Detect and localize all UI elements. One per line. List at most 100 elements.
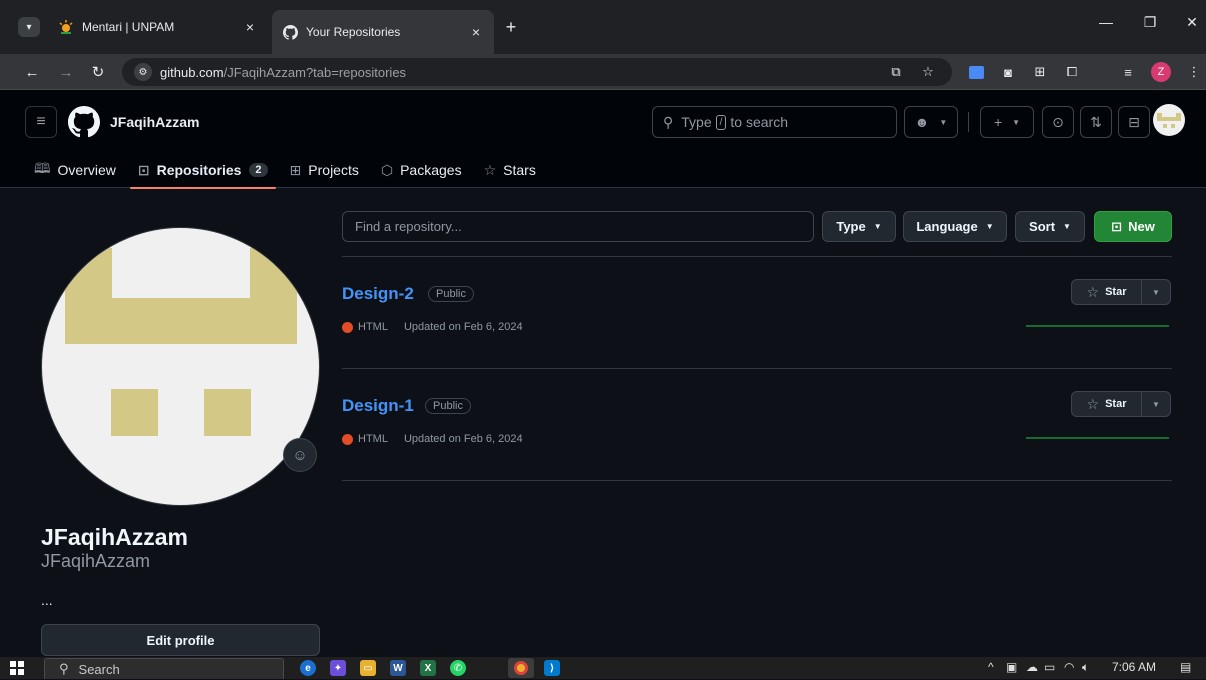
nav-label: Projects: [308, 162, 359, 178]
chevron-down-icon: ▼: [1012, 117, 1021, 127]
chevron-down-icon[interactable]: ▼: [1142, 280, 1170, 304]
new-tab-button[interactable]: +: [500, 16, 522, 38]
tray-app-icon[interactable]: ▣: [1006, 660, 1017, 674]
package-icon: ⬡: [380, 161, 394, 178]
global-search-input[interactable]: ⚲ Type / to search: [652, 106, 897, 138]
copilot-icon: ☻: [914, 114, 930, 130]
tab-stars[interactable]: ☆ Stars: [476, 152, 544, 188]
close-window-icon[interactable]: ✕: [1180, 14, 1204, 31]
activity-sparkline: [1026, 325, 1169, 327]
nav-label: Packages: [400, 162, 462, 178]
tab-your-repositories[interactable]: Your Repositories ×: [272, 10, 494, 54]
github-logo-icon[interactable]: [68, 106, 100, 138]
whatsapp-icon[interactable]: ✆: [450, 660, 466, 676]
star-button[interactable]: ☆ Star ▼: [1071, 279, 1171, 305]
back-icon[interactable]: ←: [22, 62, 42, 82]
reload-icon[interactable]: ↻: [88, 62, 108, 82]
profile-bio: ...: [41, 592, 53, 608]
repo-language: HTML: [358, 433, 388, 445]
puzzle-extensions-icon[interactable]: ⧠: [1062, 62, 1082, 82]
install-app-icon[interactable]: ⧉: [886, 62, 906, 82]
address-bar[interactable]: ⚙ github.com/JFaqihAzzam?tab=repositorie…: [122, 58, 952, 86]
edge-icon[interactable]: e: [300, 660, 316, 676]
star-button[interactable]: ☆ Star ▼: [1071, 391, 1171, 417]
chrome-icon[interactable]: [508, 658, 534, 678]
search-hint-before: Type: [681, 114, 712, 130]
set-status-emoji-icon[interactable]: ☺: [283, 438, 317, 472]
repo-icon: ⊡: [137, 161, 150, 178]
repo-name-link[interactable]: Design-2: [342, 284, 414, 304]
minimize-icon[interactable]: —: [1094, 14, 1118, 30]
browser-menu-icon[interactable]: ⋮: [1184, 62, 1204, 82]
browser-tab-strip: ▾ Mentari | UNPAM × Your Repositories × …: [0, 0, 1206, 54]
language-filter-label: Language: [916, 219, 978, 234]
tab-close-icon[interactable]: ×: [242, 19, 258, 35]
inbox-icon[interactable]: ⊟: [1118, 106, 1150, 138]
mentari-favicon-icon: [58, 19, 74, 35]
repo-updated: Updated on Feb 6, 2024: [403, 321, 523, 333]
new-repository-button[interactable]: ⊡ New: [1094, 211, 1172, 242]
github-favicon-icon: [282, 24, 298, 40]
tab-search-button[interactable]: ▾: [18, 17, 40, 37]
taskbar-search-box[interactable]: ⚲ Search: [44, 658, 284, 679]
copilot-app-icon[interactable]: ✦: [330, 660, 346, 676]
edit-profile-button[interactable]: Edit profile: [41, 624, 320, 656]
visibility-badge: Public: [428, 286, 474, 302]
tab-close-icon[interactable]: ×: [468, 24, 484, 40]
browser-profile-avatar[interactable]: Z: [1151, 62, 1171, 82]
search-hint-after: to search: [730, 114, 788, 130]
find-repository-input[interactable]: [342, 211, 814, 242]
tab-repositories[interactable]: ⊡ Repositories 2: [129, 152, 276, 189]
pull-requests-icon[interactable]: ⇅: [1080, 106, 1112, 138]
vscode-icon[interactable]: ⟩: [544, 660, 560, 676]
profile-avatar[interactable]: [41, 227, 320, 506]
new-label: New: [1128, 219, 1155, 234]
wifi-icon[interactable]: ◠: [1064, 660, 1074, 674]
battery-icon[interactable]: ▭: [1044, 660, 1055, 674]
tab-mentari[interactable]: Mentari | UNPAM ×: [48, 10, 268, 44]
tab-projects[interactable]: ⊞ Projects: [282, 152, 367, 188]
translate-extension-icon[interactable]: [966, 62, 986, 82]
show-hidden-icons-icon[interactable]: ^: [988, 660, 994, 674]
repo-name-link[interactable]: Design-1: [342, 396, 414, 416]
extension-icon[interactable]: ⊞: [1030, 62, 1050, 82]
chevron-down-icon[interactable]: ▼: [1142, 392, 1170, 416]
tab-overview[interactable]: 🕮 Overview: [26, 152, 124, 188]
issues-icon[interactable]: ⊙: [1042, 106, 1074, 138]
chevron-down-icon: ▼: [873, 222, 882, 231]
excel-icon[interactable]: X: [420, 660, 436, 676]
user-avatar[interactable]: [1153, 104, 1185, 136]
language-color-dot: [342, 433, 353, 445]
chevron-down-icon: ▼: [1063, 222, 1071, 231]
type-filter-button[interactable]: Type ▼: [822, 211, 896, 242]
language-filter-button[interactable]: Language ▼: [903, 211, 1007, 242]
site-info-icon[interactable]: ⚙: [134, 63, 152, 81]
tab-packages[interactable]: ⬡ Packages: [373, 152, 470, 188]
nav-label: Repositories: [156, 162, 242, 178]
sort-button[interactable]: Sort ▼: [1015, 211, 1085, 242]
camera-extension-icon[interactable]: ◙: [998, 62, 1018, 82]
file-explorer-icon[interactable]: ▭: [360, 660, 376, 676]
star-icon: ☆: [1086, 283, 1100, 300]
bookmark-star-icon[interactable]: ☆: [918, 62, 938, 82]
divider: [342, 256, 1172, 257]
windows-start-icon[interactable]: [10, 661, 24, 675]
star-icon: ☆: [483, 161, 497, 178]
copilot-button[interactable]: ☻ ▼: [904, 106, 958, 138]
word-icon[interactable]: W: [390, 660, 406, 676]
forward-icon[interactable]: →: [56, 62, 76, 82]
header-username-link[interactable]: JFaqihAzzam: [110, 114, 199, 130]
notifications-icon[interactable]: ▤: [1180, 660, 1191, 674]
volume-icon[interactable]: 🔈︎: [1082, 660, 1089, 675]
repositories-count-badge: 2: [249, 163, 268, 177]
url-path: /JFaqihAzzam?tab=repositories: [223, 64, 407, 80]
url-host: github.com: [160, 64, 224, 80]
onedrive-icon[interactable]: ☁: [1026, 660, 1038, 674]
create-new-button[interactable]: + ▼: [980, 106, 1034, 138]
restore-icon[interactable]: ❐: [1138, 14, 1162, 31]
reading-list-icon[interactable]: ≡: [1118, 62, 1138, 82]
hamburger-menu-icon[interactable]: ≡: [25, 106, 57, 138]
profile-nav: 🕮 Overview ⊡ Repositories 2 ⊞ Projects ⬡…: [26, 152, 550, 189]
clock-time[interactable]: 7:06 AM: [1112, 660, 1156, 674]
tab-title: Mentari | UNPAM: [82, 20, 175, 34]
